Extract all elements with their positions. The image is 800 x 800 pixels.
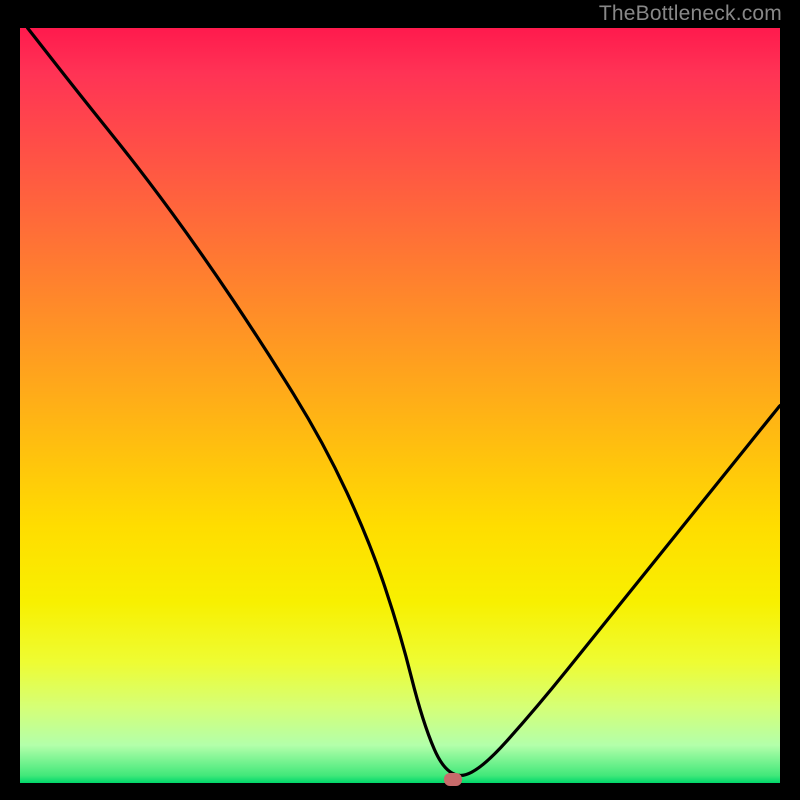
bottleneck-curve: [20, 28, 780, 783]
optimal-point-marker: [444, 773, 462, 786]
attribution-text: TheBottleneck.com: [599, 2, 782, 26]
chart-container: TheBottleneck.com: [0, 0, 800, 800]
